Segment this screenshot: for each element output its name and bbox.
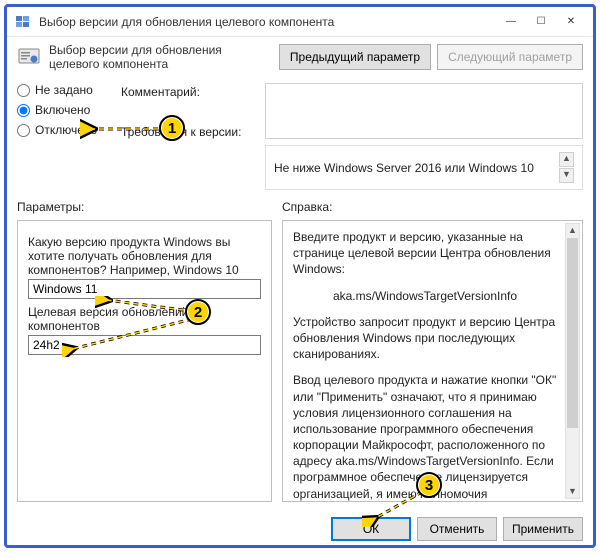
maximize-button[interactable]: ☐ [527,12,555,32]
radio-not-set-label: Не задано [35,83,93,97]
requirements-value: Не ниже Windows Server 2016 или Windows … [274,161,534,175]
scroll-up-icon[interactable]: ▲ [559,152,574,167]
requirements-label: Требования к версии: [121,125,251,139]
help-header: Справка: [282,200,332,214]
radio-not-set[interactable]: Не задано [17,83,107,97]
radio-disabled-input[interactable] [17,124,30,137]
target-version-input[interactable] [28,335,261,355]
apply-button[interactable]: Применить [503,517,583,541]
scroll-down-icon[interactable]: ▼ [559,168,574,183]
close-button[interactable]: ✕ [557,12,585,32]
radio-disabled-label: Отключено [35,123,97,137]
radio-enabled-label: Включено [35,103,90,117]
titlebar: Выбор версии для обновления целевого ком… [7,7,593,37]
scroll-thumb[interactable] [567,238,578,428]
title-text: Выбор версии для обновления целевого ком… [39,15,495,29]
help-panel: Введите продукт и версию, указанные на с… [282,220,583,502]
radio-enabled-input[interactable] [17,104,30,117]
scroll-up-icon[interactable]: ▲ [566,224,579,237]
callout-1: 1 [159,115,185,141]
button-bar: ОК Отменить Применить [331,517,583,541]
help-p2: Устройство запросит продукт и версию Цен… [293,314,557,363]
radio-not-set-input[interactable] [17,84,30,97]
subheader-text: Выбор версии для обновления целевого ком… [49,43,271,71]
radio-disabled[interactable]: Отключено [17,123,107,137]
cancel-button[interactable]: Отменить [417,517,497,541]
dialog-window: Выбор версии для обновления целевого ком… [4,4,596,548]
policy-icon [17,45,41,69]
help-scrollbar[interactable]: ▲ ▼ [565,223,580,499]
radio-enabled[interactable]: Включено [17,103,107,117]
radio-group: Не задано Включено Отключено [17,83,107,137]
comment-label: Комментарий: [121,85,251,99]
options-header: Параметры: [17,200,84,214]
ok-button[interactable]: ОК [331,517,411,541]
app-icon [15,14,31,30]
comment-field[interactable] [265,83,583,139]
minimize-button[interactable]: — [497,12,525,32]
callout-3: 3 [416,472,442,498]
target-version-label: Целевая версия обновлений компонентов [28,305,261,333]
prev-param-button[interactable]: Предыдущий параметр [279,44,431,70]
scroll-down-icon[interactable]: ▼ [566,485,579,498]
product-question: Какую версию продукта Windows вы хотите … [28,235,261,277]
help-p1: Введите продукт и версию, указанные на с… [293,229,557,278]
product-input[interactable] [28,279,261,299]
next-param-button: Следующий параметр [437,44,583,70]
help-link: aka.ms/WindowsTargetVersionInfo [293,288,557,304]
options-panel: Какую версию продукта Windows вы хотите … [17,220,272,502]
requirements-scroll: ▲ ▼ [559,152,574,183]
subheader: Выбор версии для обновления целевого ком… [7,37,593,79]
callout-2: 2 [185,299,211,325]
state-row: Не задано Включено Отключено Комментарий… [7,79,593,190]
requirements-box: Не ниже Windows Server 2016 или Windows … [265,145,583,190]
